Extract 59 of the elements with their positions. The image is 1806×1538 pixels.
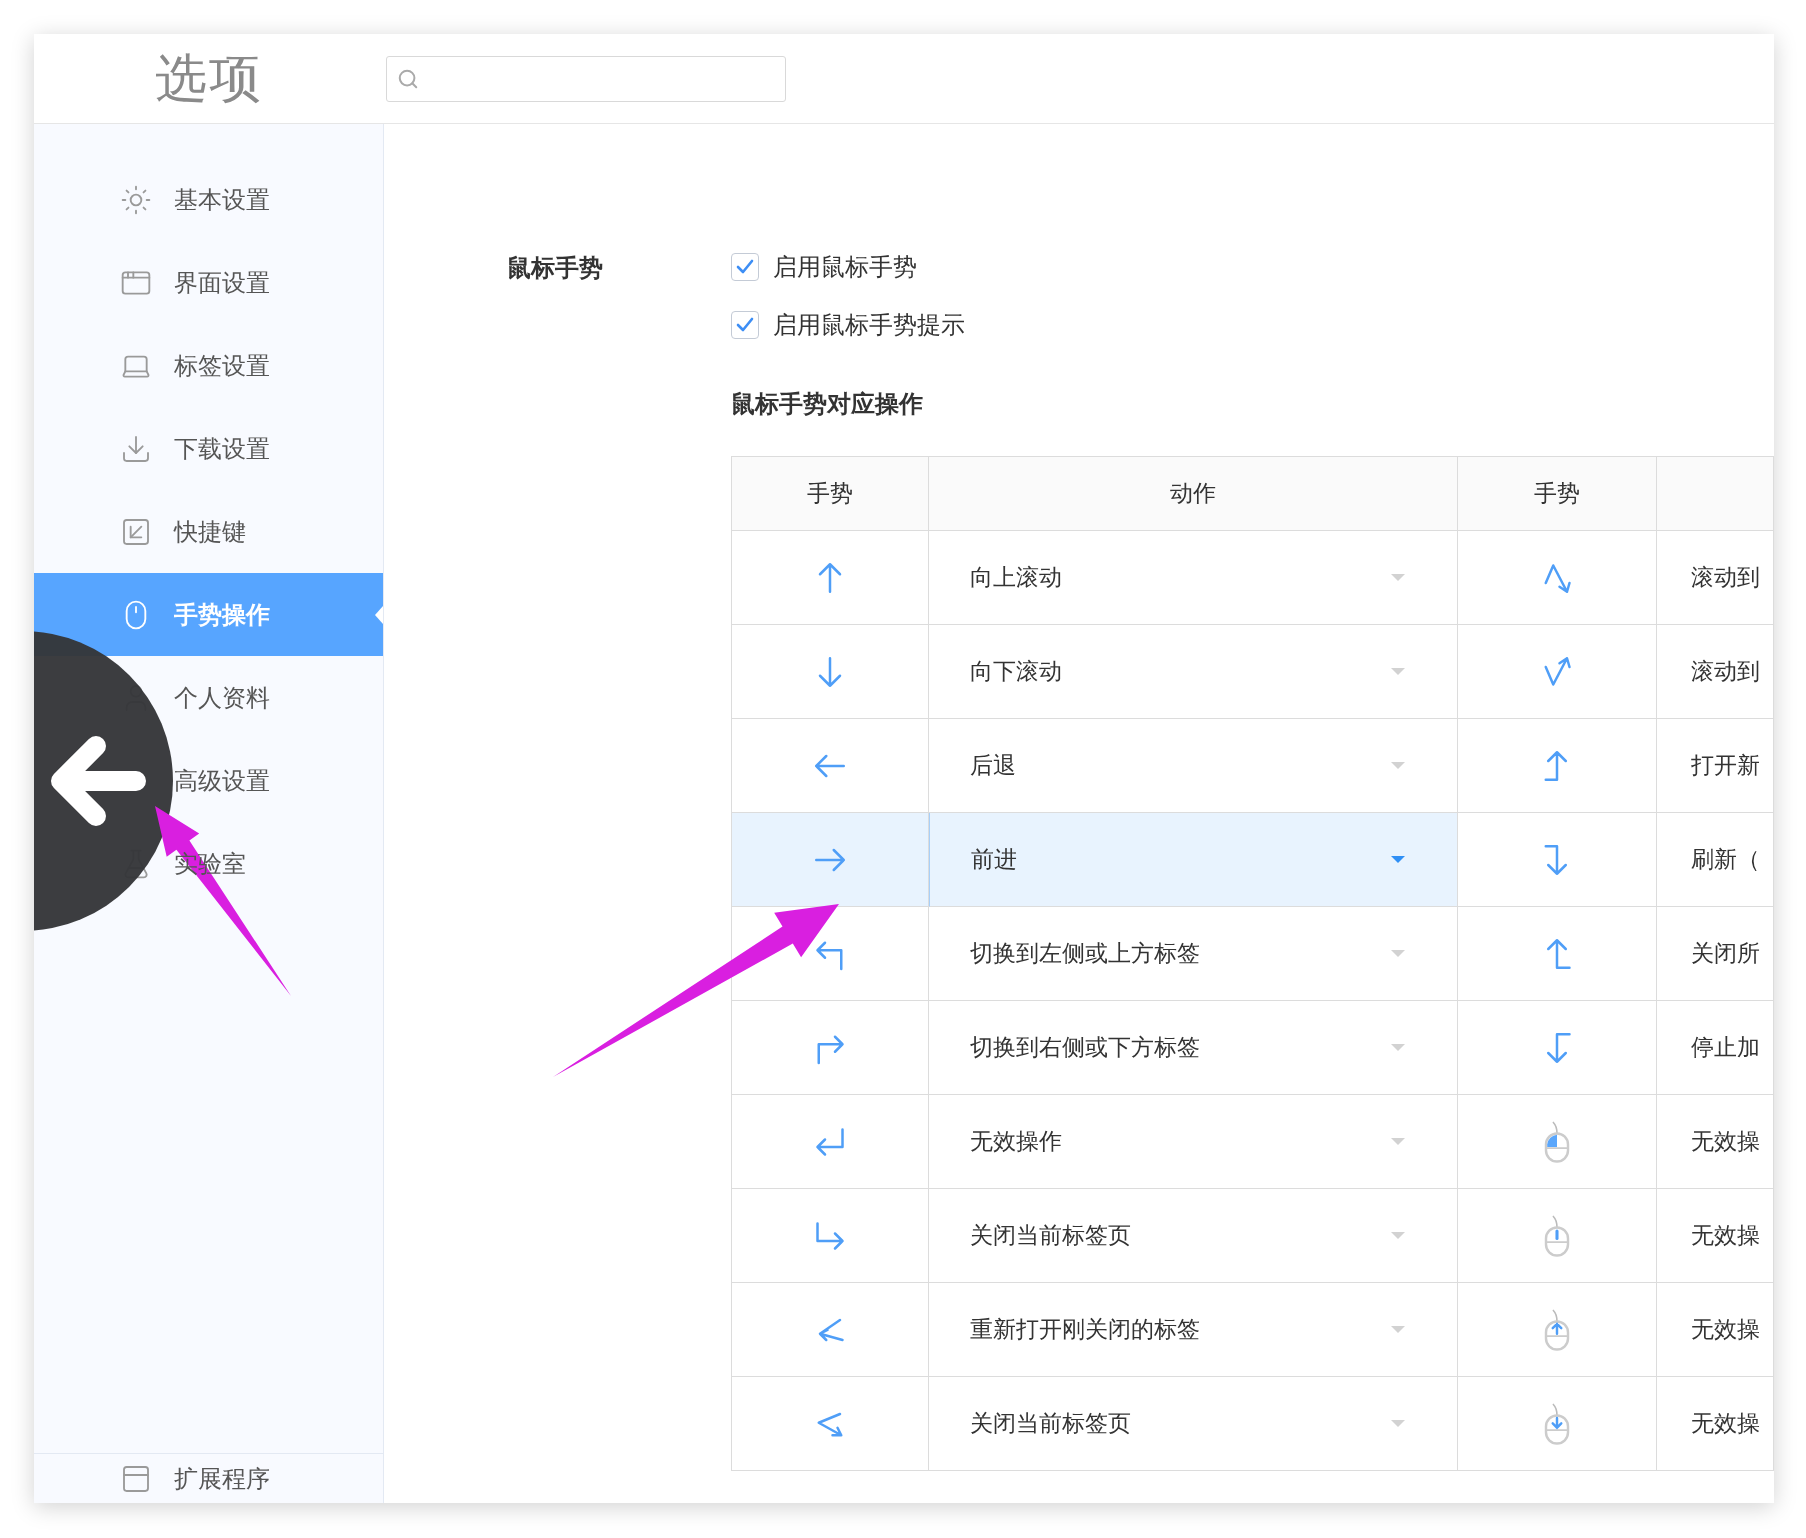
search-icon xyxy=(397,67,419,90)
checkbox[interactable] xyxy=(731,311,759,339)
sidebar-label: 手势操作 xyxy=(174,599,270,631)
action-dropdown[interactable]: 关闭当前标签页 xyxy=(929,1377,1458,1471)
search-field[interactable] xyxy=(386,55,786,102)
column-header: 动作 xyxy=(929,457,1458,531)
caret-icon xyxy=(1391,1419,1405,1428)
caret-icon xyxy=(1391,949,1405,958)
table-cell: 无效操 xyxy=(1657,1189,1774,1283)
caret-icon xyxy=(1391,761,1405,770)
table-cell: 滚动到 xyxy=(1657,625,1774,719)
sidebar-label: 界面设置 xyxy=(174,267,270,299)
table-cell: 打开新 xyxy=(1657,719,1774,813)
action-dropdown[interactable]: 后退 xyxy=(929,719,1458,813)
sidebar-label: 基本设置 xyxy=(174,184,270,216)
sidebar-label: 标签设置 xyxy=(174,350,270,382)
caret-icon xyxy=(1391,1325,1405,1334)
caret-icon xyxy=(1391,1137,1405,1146)
sidebar-item[interactable]: 快捷键 xyxy=(34,490,383,573)
sidebar-item[interactable]: 基本设置 xyxy=(34,158,383,241)
caret-icon xyxy=(1391,855,1405,864)
checkbox[interactable] xyxy=(731,253,759,281)
sidebar-label: 高级设置 xyxy=(174,765,270,797)
sidebar-item[interactable]: 扩展程序 xyxy=(34,1453,383,1503)
action-dropdown[interactable]: 切换到右侧或下方标签 xyxy=(929,1001,1458,1095)
table-cell: 无效操 xyxy=(1657,1283,1774,1377)
action-dropdown[interactable]: 前进 xyxy=(929,813,1458,907)
sidebar-item[interactable]: 界面设置 xyxy=(34,241,383,324)
caret-icon xyxy=(1391,667,1405,676)
sidebar-label: 下载设置 xyxy=(174,433,270,465)
sidebar-label: 个人资料 xyxy=(174,682,270,714)
action-dropdown[interactable]: 关闭当前标签页 xyxy=(929,1189,1458,1283)
table-cell: 无效操 xyxy=(1657,1095,1774,1189)
caret-icon xyxy=(1391,1043,1405,1052)
table-cell: 停止加 xyxy=(1657,1001,1774,1095)
table-cell: 滚动到 xyxy=(1657,531,1774,625)
table-cell: 刷新（ xyxy=(1657,813,1774,907)
table-cell: 关闭所 xyxy=(1657,907,1774,1001)
action-dropdown[interactable]: 向下滚动 xyxy=(929,625,1458,719)
table-cell: 无效操 xyxy=(1657,1377,1774,1471)
action-dropdown[interactable]: 向上滚动 xyxy=(929,531,1458,625)
action-dropdown[interactable]: 切换到左侧或上方标签 xyxy=(929,907,1458,1001)
sun-icon xyxy=(120,183,152,216)
window-title: 选项 xyxy=(154,46,264,110)
action-dropdown[interactable]: 无效操作 xyxy=(929,1095,1458,1189)
column-header: 手势 xyxy=(1458,457,1657,531)
section-label: 鼠标手势 xyxy=(506,253,604,284)
checkbox-label: 启用鼠标手势提示 xyxy=(773,310,965,341)
caret-icon xyxy=(1391,573,1405,582)
action-dropdown[interactable]: 重新打开刚关闭的标签 xyxy=(929,1283,1458,1377)
sidebar-item[interactable]: 下载设置 xyxy=(34,407,383,490)
caret-icon xyxy=(1391,1231,1405,1240)
sidebar-label: 扩展程序 xyxy=(174,1463,270,1495)
subsection-title: 鼠标手势对应操作 xyxy=(731,389,923,420)
sidebar-item[interactable]: 标签设置 xyxy=(34,324,383,407)
left-arrow-icon xyxy=(51,736,146,826)
column-header: 手势 xyxy=(732,457,929,531)
checkbox-label: 启用鼠标手势 xyxy=(773,252,917,283)
sidebar-label: 快捷键 xyxy=(174,516,246,548)
